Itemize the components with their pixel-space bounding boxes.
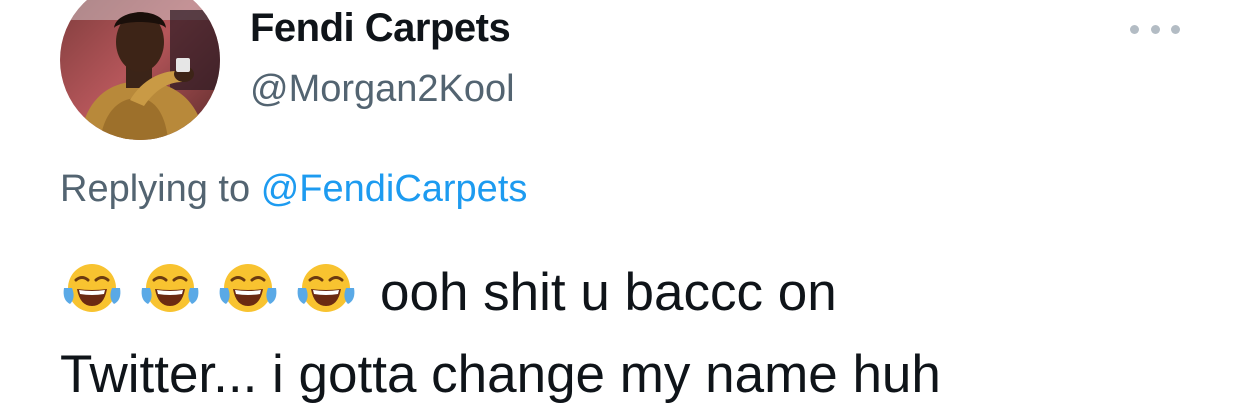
more-horizontal-icon[interactable] <box>1130 14 1180 44</box>
face-with-tears-of-joy-emoji-icon <box>219 264 277 312</box>
avatar[interactable] <box>60 0 220 140</box>
more-dot <box>1130 24 1139 34</box>
user-handle[interactable]: @Morgan2Kool <box>250 68 515 111</box>
face-with-tears-of-joy-emoji-icon <box>297 264 355 312</box>
replying-to-label: Replying to <box>60 168 251 210</box>
more-dot <box>1171 24 1180 34</box>
more-dot <box>1150 24 1160 34</box>
tweet-text: ooh shit u baccc on Twitter... i gotta c… <box>60 252 1200 416</box>
tweet-text-line1: ooh shit u baccc on <box>380 263 837 322</box>
display-name[interactable]: Fendi Carpets <box>250 6 511 51</box>
face-with-tears-of-joy-emoji-icon <box>63 264 121 312</box>
face-with-tears-of-joy-emoji-icon <box>141 264 199 312</box>
tweet-text-line2: Twitter... i gotta change my name huh <box>60 345 941 404</box>
reply-mention-link[interactable]: @FendiCarpets <box>261 168 528 210</box>
replying-to-line: Replying to @FendiCarpets <box>60 168 527 211</box>
emoji-group <box>60 258 358 318</box>
avatar-photo <box>60 0 220 140</box>
